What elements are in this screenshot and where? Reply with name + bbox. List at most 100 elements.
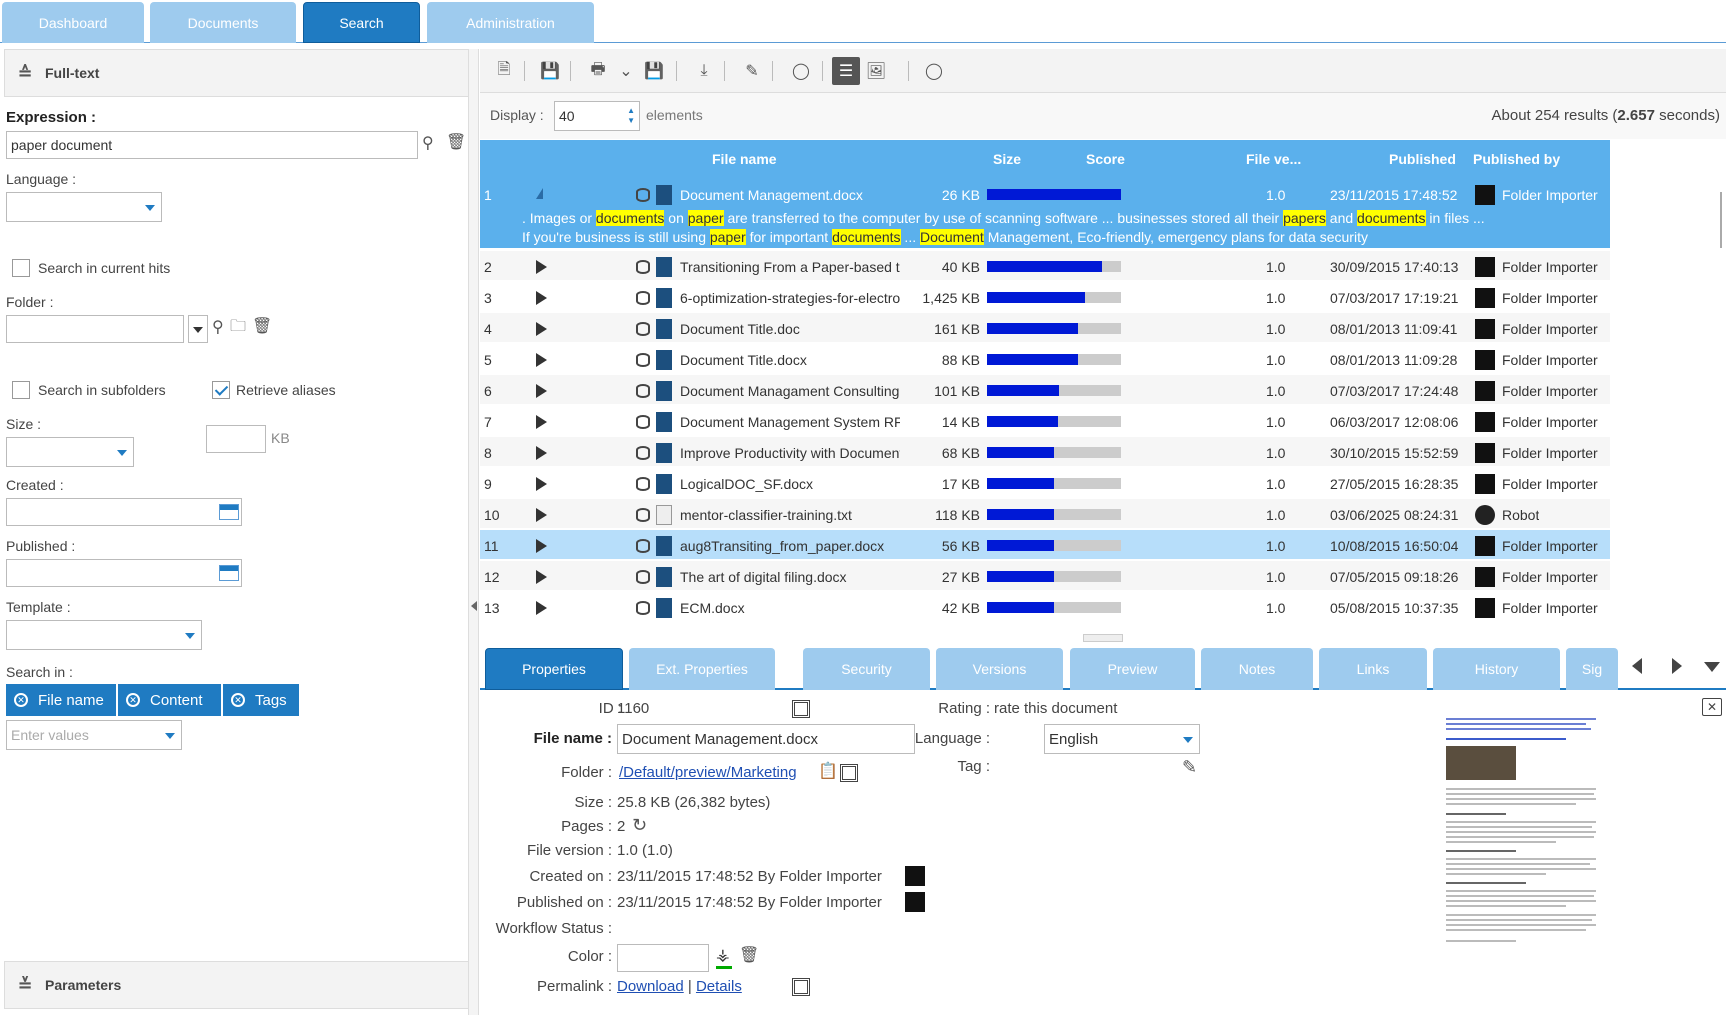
download-icon[interactable]: ⤓ xyxy=(690,57,718,85)
chip-file-name[interactable]: ✕ File name xyxy=(6,684,116,716)
table-row[interactable]: 5 Document Title.docx 88 KB 1.0 08/01/20… xyxy=(480,344,1610,373)
paint-bucket-icon[interactable]: ⚶ xyxy=(716,948,730,964)
expand-icon[interactable] xyxy=(536,353,547,367)
folder-dropdown-button[interactable] xyxy=(188,315,208,343)
close-icon[interactable]: ✕ xyxy=(1702,698,1722,716)
search-current-hits-checkbox[interactable] xyxy=(12,259,30,277)
tab-history[interactable]: History xyxy=(1433,648,1560,690)
expand-icon[interactable] xyxy=(536,508,547,522)
tab-search[interactable]: Search xyxy=(303,2,420,43)
table-row[interactable]: 9 LogicalDOC_SF.docx 17 KB 1.0 27/05/201… xyxy=(480,468,1610,497)
scroll-tabs-left-icon[interactable] xyxy=(1632,658,1642,674)
template-select[interactable] xyxy=(6,620,202,650)
expand-icon[interactable] xyxy=(536,601,547,615)
color-input[interactable] xyxy=(617,944,709,972)
col-size[interactable]: Size xyxy=(993,151,1021,167)
details-link[interactable]: Details xyxy=(696,978,742,995)
document-preview-thumbnail[interactable] xyxy=(1446,718,1596,950)
folder-icon[interactable]: 🗀 xyxy=(230,319,246,335)
language-select[interactable] xyxy=(6,192,162,222)
export-icon[interactable]: 💾 xyxy=(640,57,668,85)
file-name-cell[interactable]: ECM.docx xyxy=(680,600,900,616)
search-icon[interactable]: ⚲ xyxy=(422,136,434,152)
tab-notes[interactable]: Notes xyxy=(1201,648,1313,690)
display-count-input[interactable]: 40 ▲ ▼ xyxy=(554,101,640,131)
tab-documents[interactable]: Documents xyxy=(150,2,296,43)
col-published-by[interactable]: Published by xyxy=(1473,151,1560,167)
size-input[interactable] xyxy=(206,425,266,453)
tab-links[interactable]: Links xyxy=(1319,648,1427,690)
expand-icon[interactable] xyxy=(536,188,543,199)
gallery-view-icon[interactable]: 🖼 xyxy=(862,57,890,85)
print-icon[interactable]: 🖶 xyxy=(584,57,612,85)
file-name-cell[interactable]: Document Managament Consulting S xyxy=(680,383,900,399)
copy-icon[interactable]: 📋 xyxy=(818,764,838,780)
tabs-menu-icon[interactable] xyxy=(1704,662,1720,672)
expand-icon[interactable] xyxy=(536,539,547,553)
enter-values-input[interactable]: Enter values xyxy=(6,720,182,750)
edit-icon[interactable]: ✎ xyxy=(1182,758,1197,776)
trash-icon[interactable]: 🗑 xyxy=(252,319,272,335)
list-view-icon[interactable]: ☰ xyxy=(832,57,860,85)
folder-link[interactable]: /Default/preview/Marketing xyxy=(619,764,797,781)
close-icon[interactable]: ✕ xyxy=(231,693,245,707)
toggle-icon[interactable]: ◯ xyxy=(787,57,815,85)
expand-icon[interactable] xyxy=(536,415,547,429)
expand-icon[interactable] xyxy=(536,446,547,460)
stepper-icon[interactable]: ▲ ▼ xyxy=(627,106,635,126)
table-row[interactable]: 4 Document Title.doc 161 KB 1.0 08/01/20… xyxy=(480,313,1610,342)
tab-preview[interactable]: Preview xyxy=(1070,648,1195,690)
file-name-cell[interactable]: mentor-classifier-training.txt xyxy=(680,507,900,523)
file-name-cell[interactable]: Document Management.docx xyxy=(680,187,900,203)
panel-splitter[interactable] xyxy=(469,49,479,1015)
tab-dashboard[interactable]: Dashboard xyxy=(2,2,144,43)
expand-icon[interactable] xyxy=(536,570,547,584)
expression-input[interactable]: paper document xyxy=(6,131,418,159)
tab-security[interactable]: Security xyxy=(803,648,930,690)
save-icon[interactable]: 💾 xyxy=(536,57,564,85)
expand-icon[interactable] xyxy=(536,260,547,274)
file-name-cell[interactable]: The art of digital filing.docx xyxy=(680,569,900,585)
new-document-icon[interactable]: 🗎 xyxy=(490,57,518,85)
expand-icon[interactable] xyxy=(536,477,547,491)
refresh-icon[interactable]: ↻ xyxy=(632,816,647,834)
scroll-tabs-right-icon[interactable] xyxy=(1672,658,1682,674)
file-name-cell[interactable]: Document Title.docx xyxy=(680,352,900,368)
table-row[interactable]: 2 Transitioning From a Paper-based to 40… xyxy=(480,251,1610,280)
expand-icon[interactable] xyxy=(536,322,547,336)
file-name-cell[interactable]: LogicalDOC_SF.docx xyxy=(680,476,900,492)
rating-value[interactable]: rate this document xyxy=(994,700,1117,717)
table-row[interactable]: 7 Document Management System RFC 14 KB 1… xyxy=(480,406,1610,435)
retrieve-aliases-checkbox[interactable] xyxy=(212,381,230,399)
close-icon[interactable]: ✕ xyxy=(126,693,140,707)
grid-scrollbar[interactable] xyxy=(1610,140,1726,634)
qrcode-icon[interactable] xyxy=(792,700,810,718)
search-icon[interactable]: ⚲ xyxy=(212,320,224,336)
calendar-icon[interactable] xyxy=(219,504,239,520)
toggle-icon[interactable]: ◯ xyxy=(920,57,948,85)
table-row[interactable]: 6 Document Managament Consulting S 101 K… xyxy=(480,375,1610,404)
edit-icon[interactable]: ✎ xyxy=(738,57,766,85)
col-score[interactable]: Score xyxy=(1086,151,1125,167)
table-row[interactable]: 12 The art of digital filing.docx 27 KB … xyxy=(480,561,1610,590)
file-name-cell[interactable]: Document Title.doc xyxy=(680,321,900,337)
col-file-version[interactable]: File ve... xyxy=(1246,151,1301,167)
chip-content[interactable]: ✕ Content xyxy=(118,684,221,716)
language-select[interactable]: English xyxy=(1044,724,1200,754)
folder-input[interactable] xyxy=(6,315,184,343)
qrcode-icon[interactable] xyxy=(792,978,810,996)
table-row[interactable]: 11 aug8Transiting_from_paper.docx 56 KB … xyxy=(480,530,1610,559)
expand-icon[interactable] xyxy=(536,384,547,398)
download-link[interactable]: Download xyxy=(617,978,684,995)
file-name-cell[interactable]: Transitioning From a Paper-based to xyxy=(680,259,900,275)
file-name-cell[interactable]: aug8Transiting_from_paper.docx xyxy=(680,538,900,554)
file-name-cell[interactable]: Document Management System RFC xyxy=(680,414,900,430)
col-published[interactable]: Published xyxy=(1389,151,1456,167)
table-row[interactable]: 3 6-optimization-strategies-for-electro … xyxy=(480,282,1610,311)
tab-ext-properties[interactable]: Ext. Properties xyxy=(629,648,775,690)
table-row[interactable]: 1 Document Management.docx 26 KB 1.0 23/… xyxy=(480,179,1610,248)
scrollbar-thumb[interactable] xyxy=(1720,192,1722,248)
tab-versions[interactable]: Versions xyxy=(936,648,1063,690)
search-subfolders-checkbox[interactable] xyxy=(12,381,30,399)
close-icon[interactable]: ✕ xyxy=(14,693,28,707)
